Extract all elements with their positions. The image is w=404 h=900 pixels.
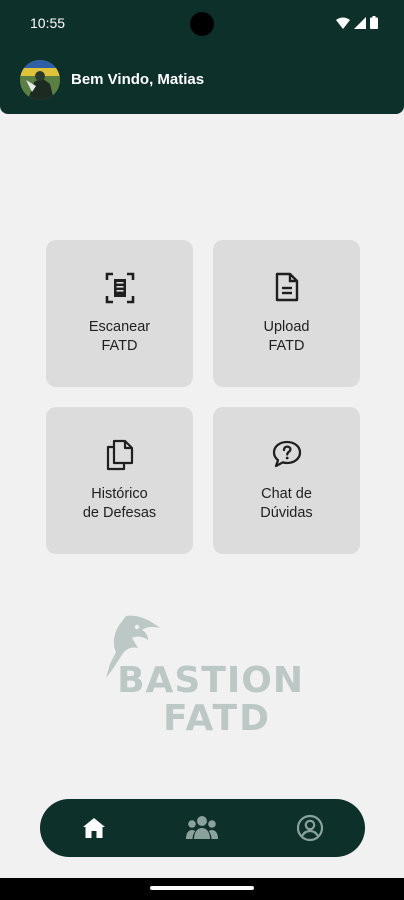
logo-text-bastion: BASTION xyxy=(117,660,304,701)
account-circle-icon xyxy=(296,814,324,842)
signal-icon xyxy=(354,16,366,34)
wifi-icon xyxy=(336,16,350,34)
status-icons xyxy=(336,16,378,34)
app-header: 10:55 Bem Vindo, Matias xyxy=(0,0,404,114)
welcome-greeting: Bem Vindo, Matias xyxy=(71,71,205,88)
nav-home-button[interactable] xyxy=(76,810,112,846)
chat-doubts-button[interactable]: Chat de Dúvidas xyxy=(213,407,360,554)
tile-label: Upload FATD xyxy=(263,319,310,354)
upload-fatd-button[interactable]: Upload FATD xyxy=(213,240,360,387)
user-avatar[interactable] xyxy=(20,60,60,100)
scan-icon xyxy=(46,272,193,304)
tile-label: Chat de Dúvidas xyxy=(260,486,313,521)
group-icon xyxy=(186,816,218,839)
history-defenses-button[interactable]: Histórico de Defesas xyxy=(46,407,193,554)
home-icon xyxy=(83,818,105,838)
battery-icon xyxy=(370,16,378,34)
nav-account-button[interactable] xyxy=(292,810,328,846)
tile-label: Escanear FATD xyxy=(88,319,151,354)
tile-label: Histórico de Defesas xyxy=(82,486,157,521)
app-screen: 10:55 Bem Vindo, Matias Escanear FATD Up… xyxy=(0,0,404,900)
copy-documents-icon xyxy=(46,439,193,471)
nav-group-button[interactable] xyxy=(184,810,220,846)
status-time: 10:55 xyxy=(30,15,66,31)
question-chat-icon xyxy=(213,439,360,471)
scan-fatd-button[interactable]: Escanear FATD xyxy=(46,240,193,387)
front-camera xyxy=(190,12,214,36)
bastion-fatd-logo: BASTION FATD xyxy=(100,614,310,744)
logo-text-fatd: FATD xyxy=(163,698,271,739)
bottom-navigation xyxy=(40,799,365,857)
document-icon xyxy=(213,272,360,304)
gesture-handle[interactable] xyxy=(150,886,254,890)
